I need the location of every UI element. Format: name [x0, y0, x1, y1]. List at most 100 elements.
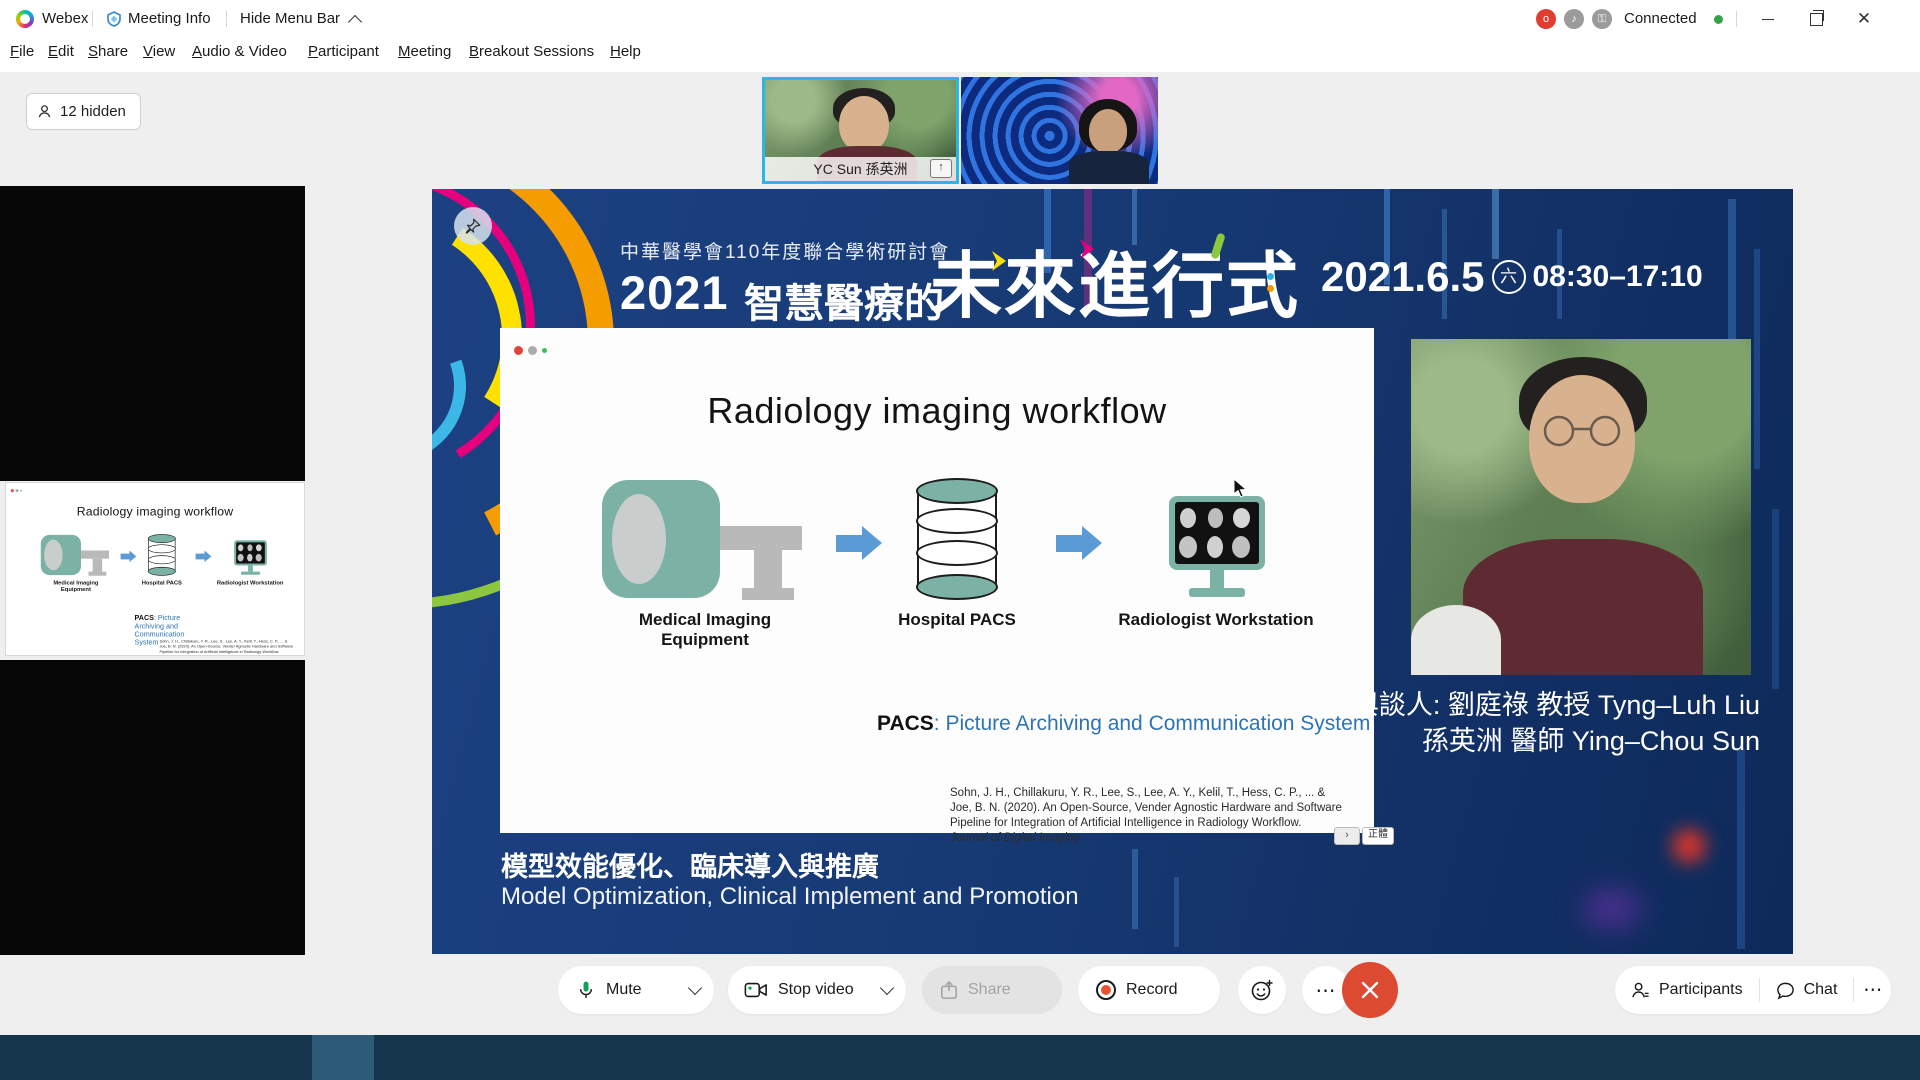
citation-line: Integration of Artificial Intelligence i… — [180, 650, 279, 654]
menu-meeting[interactable]: Meeting — [398, 43, 451, 60]
menu-share[interactable]: Share — [88, 43, 128, 60]
decor-glow-purple — [1582, 889, 1642, 929]
video-off-tile[interactable] — [0, 186, 305, 481]
chevron-down-icon[interactable] — [880, 981, 894, 995]
decor-streak — [1728, 199, 1736, 349]
slide: Radiology imaging workflow — [500, 328, 1374, 833]
menu-edit[interactable]: Edit — [48, 43, 74, 60]
recording-indicator-icon: o — [1536, 9, 1556, 29]
hospital-pacs-icon — [916, 478, 998, 600]
share-icon — [940, 980, 958, 1000]
pacs-rest: : Picture Archiving and Communication Sy… — [934, 712, 1371, 735]
menu-file[interactable]: File — [10, 43, 34, 60]
mac-close-dot-icon — [514, 346, 523, 355]
panelists-caption: 與談人: 劉庭祿 教授 Tyng–Luh Liu 孫英洲 醫師 Ying–Cho… — [1352, 687, 1760, 759]
shared-content-thumbnail[interactable]: Radiology imaging workflow — [6, 483, 304, 655]
stop-video-label: Stop video — [778, 981, 854, 999]
person-icon — [37, 104, 52, 119]
taskbar: e — [0, 1035, 1920, 1080]
citation-journal: Journal of Digital Imaging — [950, 832, 1080, 844]
menu-help[interactable]: Help — [610, 43, 641, 60]
participants-button[interactable]: Participants — [1615, 966, 1759, 1014]
caption-zh: 模型效能優化、臨床導入與推廣 — [501, 845, 879, 884]
pushpin-icon — [464, 217, 482, 235]
minimize-button[interactable] — [1748, 0, 1788, 38]
menu-view[interactable]: View — [143, 43, 175, 60]
share-screen-badge-icon: ↑ — [930, 159, 952, 178]
chat-icon — [1776, 981, 1795, 1000]
medical-imaging-equipment-icon — [602, 480, 807, 600]
share-button[interactable]: Share — [922, 966, 1062, 1014]
close-button[interactable]: ✕ — [1844, 0, 1884, 38]
hide-menu-bar-button[interactable]: Hide Menu Bar — [240, 0, 340, 38]
pacs-term: PACS — [877, 712, 934, 735]
hidden-participants-button[interactable]: 12 hidden — [26, 93, 141, 130]
chat-button[interactable]: Chat — [1760, 966, 1854, 1014]
decor-streak — [1737, 749, 1745, 949]
chevron-down-icon[interactable] — [688, 981, 702, 995]
active-app-highlight — [312, 1035, 374, 1080]
pacs-definition: PACS: Picture Archiving and Communicatio… — [877, 712, 1370, 736]
citation: Sohn, J. H., Chillakuru, Y. R., Lee, S.,… — [950, 786, 1342, 846]
panels-button-group: Participants Chat ⋯ — [1615, 966, 1891, 1014]
flow-arrow-icon — [1056, 535, 1082, 552]
radiologist-workstation-icon — [1169, 496, 1265, 600]
lock-key-icon[interactable]: ⚿ — [1592, 9, 1612, 29]
citation: Sohn, J. H., Chillakuru, Y. R., Lee, S.,… — [159, 639, 293, 655]
chevron-up-icon — [348, 15, 362, 29]
flow-step-label: Hospital PACS — [131, 579, 192, 586]
decor-glow-red — [1672, 829, 1706, 863]
decor-streak — [1132, 849, 1138, 929]
ellipsis-icon: ⋯ — [1316, 978, 1337, 1003]
flow-step-label: Medical Imaging Equipment — [38, 579, 113, 593]
mac-close-dot-icon — [11, 489, 14, 492]
banner-title-big: 未來進行式 — [930, 227, 1300, 332]
flow-step-label: Radiologist Workstation — [1106, 610, 1326, 630]
more-panels-button[interactable]: ⋯ — [1854, 966, 1891, 1014]
mac-zoom-dot-icon — [542, 348, 547, 353]
leave-meeting-button[interactable] — [1342, 962, 1398, 1018]
radiologist-workstation-icon — [234, 540, 267, 575]
panelist-video[interactable] — [1411, 339, 1751, 675]
video-thumbnail-participant[interactable] — [961, 77, 1158, 184]
ellipsis-icon: ⋯ — [1863, 979, 1882, 1002]
slide-next-button[interactable]: › — [1334, 827, 1360, 845]
video-name-label: YC Sun 孫英洲 — [765, 157, 956, 181]
mute-button[interactable]: Mute — [558, 966, 714, 1014]
flow-step-label: Hospital PACS — [867, 610, 1047, 630]
glasses-icon — [1533, 415, 1633, 449]
flow-arrow-icon — [836, 535, 862, 552]
menu-participant[interactable]: Participant — [308, 43, 379, 60]
banner-title-mid: 智慧醫療的 — [744, 271, 944, 329]
reactions-button[interactable] — [1238, 966, 1286, 1014]
divider — [92, 11, 93, 27]
decor-streak — [1492, 189, 1499, 259]
meeting-info-button[interactable]: Meeting Info — [128, 0, 211, 38]
close-x-icon — [1360, 980, 1380, 1000]
citation-line: Integration of Artificial Intelligence i… — [1011, 817, 1302, 829]
panelists-line1: 與談人: 劉庭祿 教授 Tyng–Luh Liu — [1352, 687, 1760, 723]
ime-indicator: 正體 — [1362, 827, 1394, 845]
meeting-info-icon — [106, 11, 122, 27]
menu-audio-video[interactable]: Audio & Video — [192, 43, 287, 60]
decor-streak — [1772, 509, 1779, 689]
banner-subtitle: 中華醫學會110年度聯合學術研討會 — [620, 237, 950, 264]
menu-breakout-sessions[interactable]: Breakout Sessions — [469, 43, 594, 60]
pin-video-button[interactable] — [454, 207, 492, 245]
video-off-tile[interactable] — [0, 660, 305, 955]
music-mode-icon[interactable]: ♪ — [1564, 9, 1584, 29]
record-button[interactable]: Record — [1078, 966, 1220, 1014]
webex-meeting-window: Webex Meeting Info Hide Menu Bar o ♪ ⚿ C… — [0, 0, 1920, 1080]
divider — [226, 11, 227, 27]
participant-shirt — [1069, 151, 1149, 184]
stop-video-button[interactable]: Stop video — [728, 966, 906, 1014]
banner-date: 2021.6.5 — [1321, 253, 1485, 301]
mac-minimize-dot-icon — [528, 346, 537, 355]
slide-title: Radiology imaging workflow — [6, 504, 304, 518]
video-thumbnail-active-speaker[interactable]: YC Sun 孫英洲 ↑ — [762, 77, 959, 184]
decor-accent-dot — [1267, 285, 1274, 292]
record-label: Record — [1126, 981, 1178, 999]
panelists-line2: 孫英洲 醫師 Ying–Chou Sun — [1352, 723, 1760, 759]
maximize-button[interactable] — [1796, 0, 1836, 38]
connected-dot-icon — [1714, 15, 1723, 24]
